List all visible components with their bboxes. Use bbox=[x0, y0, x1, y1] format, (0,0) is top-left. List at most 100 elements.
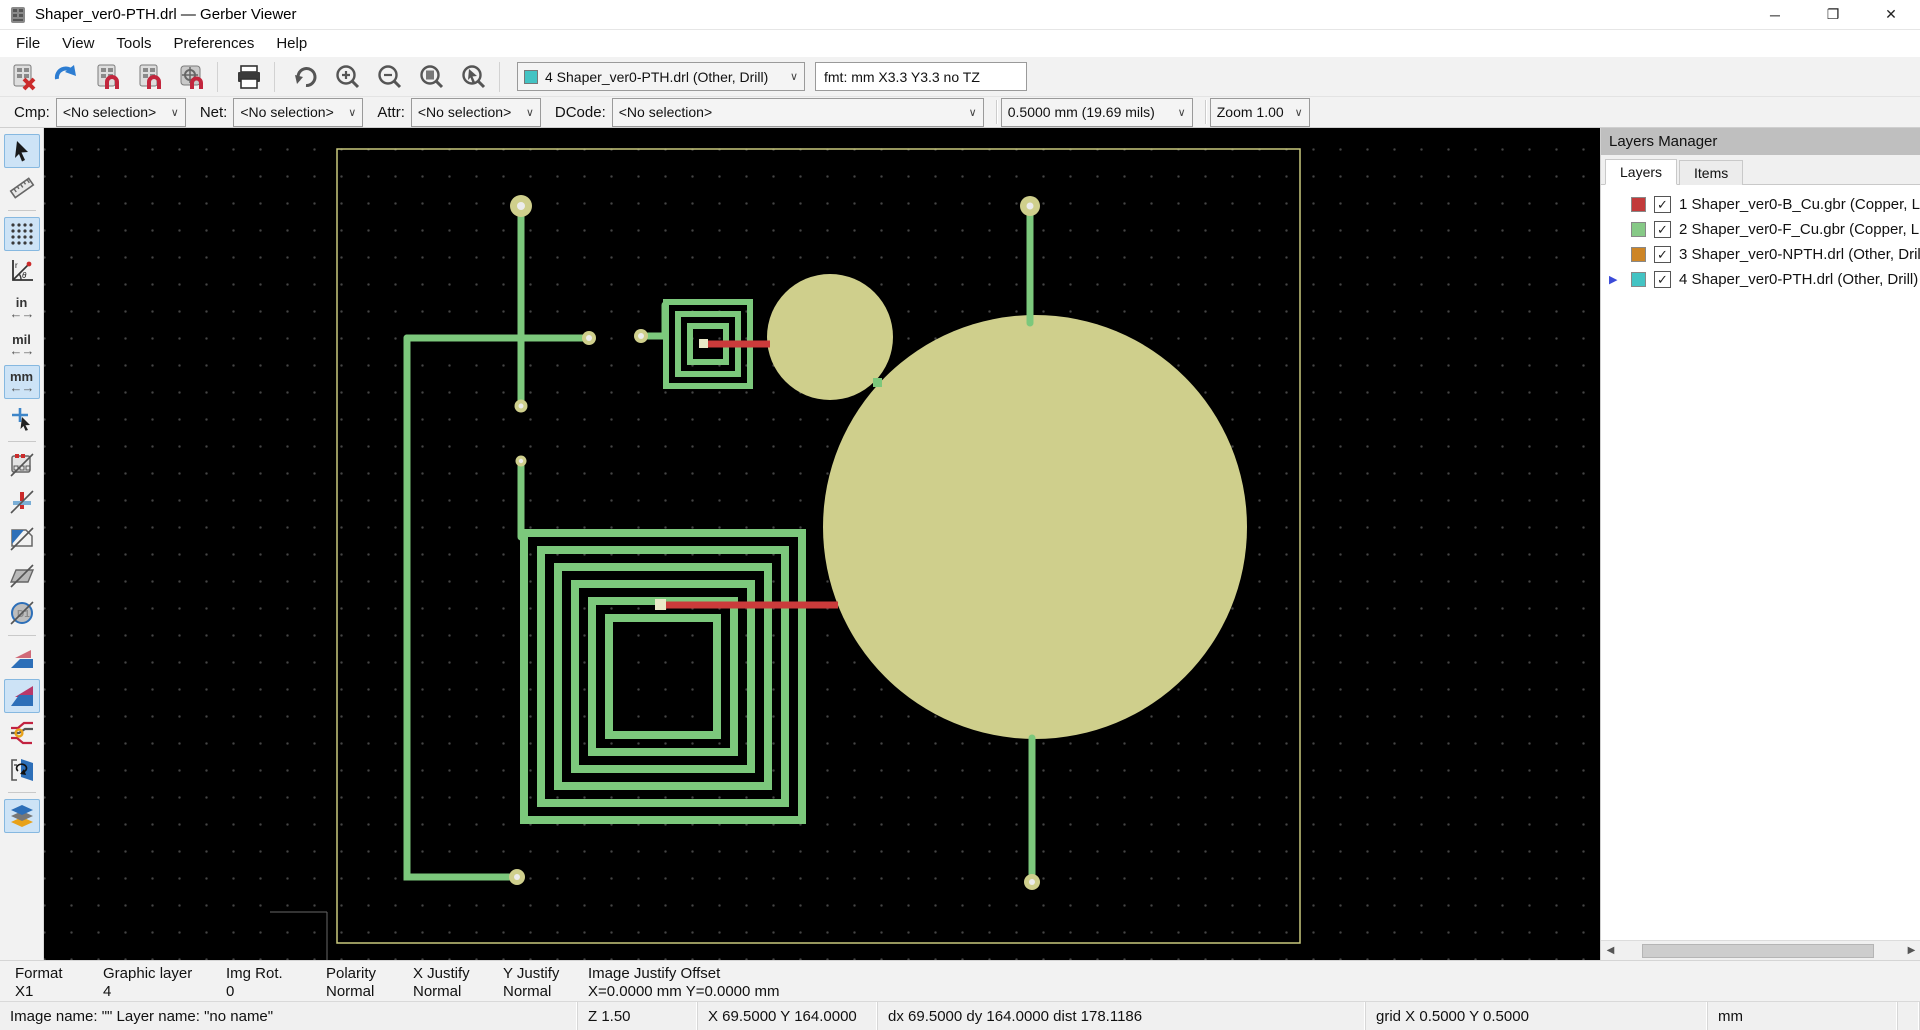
format-info-field[interactable]: fmt: mm X3.3 Y3.3 no TZ bbox=[815, 62, 1027, 91]
active-layer-value: 4 Shaper_ver0-PTH.drl (Other, Drill) bbox=[545, 69, 768, 85]
zoom-select[interactable]: Zoom 1.00 ∨ bbox=[1210, 98, 1310, 127]
status-units: mm bbox=[1708, 1002, 1898, 1030]
flash-circle-large bbox=[823, 315, 1247, 739]
layer-row[interactable]: ▶ ✓ 3 Shaper_ver0-NPTH.drl (Other, Drill… bbox=[1601, 242, 1920, 267]
layers-horizontal-scrollbar[interactable]: ◀ ▶ bbox=[1601, 940, 1920, 960]
status-label: X Justify bbox=[413, 965, 470, 983]
print-icon[interactable] bbox=[231, 61, 267, 93]
layer-label[interactable]: 4 Shaper_ver0-PTH.drl (Other, Drill) bbox=[1679, 271, 1918, 288]
status-label: Img Rot. bbox=[226, 965, 283, 983]
minimize-button[interactable]: ─ bbox=[1746, 0, 1804, 30]
flip-view-icon[interactable] bbox=[4, 753, 40, 787]
layer-label[interactable]: 3 Shaper_ver0-NPTH.drl (Other, Drill) bbox=[1679, 246, 1920, 263]
gerber-canvas[interactable] bbox=[44, 128, 1600, 960]
status-label: Polarity bbox=[326, 965, 376, 983]
tab-items[interactable]: Items bbox=[1679, 160, 1743, 185]
layer-label[interactable]: 1 Shaper_ver0-B_Cu.gbr (Copper, L2) bbox=[1679, 196, 1920, 213]
units-mils-icon[interactable]: mil←→ bbox=[4, 328, 40, 362]
large-spiral bbox=[524, 533, 802, 820]
reload-all-layers-icon[interactable] bbox=[48, 61, 84, 93]
layer-row[interactable]: ▶ ✓ 1 Shaper_ver0-B_Cu.gbr (Copper, L2) bbox=[1601, 192, 1920, 217]
chevron-down-icon: ∨ bbox=[1170, 106, 1186, 119]
trace-tick bbox=[873, 378, 882, 387]
pad-hole bbox=[586, 335, 592, 341]
layer-label[interactable]: 2 Shaper_ver0-F_Cu.gbr (Copper, L1) bbox=[1679, 221, 1920, 238]
zoom-in-icon[interactable] bbox=[330, 61, 366, 93]
grid-toggle-icon[interactable] bbox=[4, 217, 40, 251]
status-format: Format X1 bbox=[15, 965, 63, 1001]
scroll-left-icon[interactable]: ◀ bbox=[1601, 941, 1620, 961]
refresh-view-icon[interactable] bbox=[288, 61, 324, 93]
left-toolbar: rθ in←→ mil←→ mm←→ bbox=[0, 128, 44, 960]
tab-layers[interactable]: Layers bbox=[1605, 159, 1677, 185]
layer-row-selected[interactable]: ▶ ✓ 4 Shaper_ver0-PTH.drl (Other, Drill) bbox=[1601, 267, 1920, 292]
select-tool-icon[interactable] bbox=[4, 134, 40, 168]
window-title: Shaper_ver0-PTH.drl — Gerber Viewer bbox=[35, 6, 297, 23]
menu-help[interactable]: Help bbox=[265, 32, 318, 55]
active-layer-select[interactable]: 4 Shaper_ver0-PTH.drl (Other, Drill) ∨ bbox=[517, 62, 805, 91]
status-empty bbox=[1898, 1002, 1920, 1030]
toolbar-separator bbox=[8, 792, 36, 793]
scrollbar-thumb[interactable] bbox=[1642, 944, 1874, 958]
open-drill-file-icon[interactable] bbox=[174, 61, 210, 93]
open-gerber-file-icon[interactable] bbox=[90, 61, 126, 93]
layers-manager-toggle-icon[interactable] bbox=[4, 799, 40, 833]
layer-row[interactable]: ▶ ✓ 2 Shaper_ver0-F_Cu.gbr (Copper, L1) bbox=[1601, 217, 1920, 242]
origin-marker bbox=[270, 912, 327, 960]
grid-size-select[interactable]: 0.5000 mm (19.69 mils) ∨ bbox=[1001, 98, 1193, 127]
units-mm-icon[interactable]: mm←→ bbox=[4, 365, 40, 399]
layer-visibility-checkbox[interactable]: ✓ bbox=[1654, 246, 1671, 263]
show-dcodes-icon[interactable]: D1 bbox=[4, 596, 40, 630]
status-img-rot: Img Rot. 0 bbox=[226, 965, 283, 1001]
dcode-select[interactable]: <No selection> ∨ bbox=[612, 98, 984, 127]
sketch-polygons-icon[interactable] bbox=[4, 522, 40, 556]
layer-color-swatch[interactable] bbox=[1631, 222, 1646, 237]
layers-manager-panel: Layers Manager Layers Items ▶ ✓ 1 Shaper… bbox=[1600, 128, 1920, 960]
layer-visibility-checkbox[interactable]: ✓ bbox=[1654, 271, 1671, 288]
status-image-name: Image name: "" Layer name: "no name" bbox=[0, 1002, 578, 1030]
sketch-flashed-items-icon[interactable] bbox=[4, 485, 40, 519]
layers-diff-mode-icon[interactable] bbox=[4, 679, 40, 713]
chevron-down-icon: ∨ bbox=[518, 106, 534, 119]
layer-color-swatch[interactable] bbox=[1631, 247, 1646, 262]
highlight-net-icon[interactable] bbox=[4, 716, 40, 750]
polar-coords-icon[interactable]: rθ bbox=[4, 254, 40, 288]
menu-view[interactable]: View bbox=[51, 32, 105, 55]
toolbar-separator bbox=[217, 62, 218, 92]
red-trace-start-pad bbox=[699, 339, 708, 348]
zoom-out-icon[interactable] bbox=[372, 61, 408, 93]
menu-file[interactable]: File bbox=[5, 32, 51, 55]
menu-preferences[interactable]: Preferences bbox=[162, 32, 265, 55]
open-gerber-job-icon[interactable] bbox=[132, 61, 168, 93]
component-select[interactable]: <No selection> ∨ bbox=[56, 98, 186, 127]
status-grid: grid X 0.5000 Y 0.5000 bbox=[1366, 1002, 1708, 1030]
layers-normal-mode-icon[interactable] bbox=[4, 642, 40, 676]
layer-visibility-checkbox[interactable]: ✓ bbox=[1654, 196, 1671, 213]
status-label: Y Justify bbox=[503, 965, 559, 983]
sketch-lines-icon[interactable] bbox=[4, 559, 40, 593]
menu-tools[interactable]: Tools bbox=[105, 32, 162, 55]
zoom-fit-icon[interactable] bbox=[414, 61, 450, 93]
trace-spiral1-entry bbox=[645, 305, 665, 336]
sketch-pads-icon[interactable] bbox=[4, 448, 40, 482]
status-value: Normal bbox=[503, 983, 559, 1001]
scroll-right-icon[interactable]: ▶ bbox=[1902, 941, 1920, 961]
restore-button[interactable]: ❐ bbox=[1804, 0, 1862, 30]
attribute-select[interactable]: <No selection> ∨ bbox=[411, 98, 541, 127]
layer-visibility-checkbox[interactable]: ✓ bbox=[1654, 221, 1671, 238]
status-value: X=0.0000 mm Y=0.0000 mm bbox=[588, 983, 780, 1001]
selected-layer-arrow-icon: ▶ bbox=[1609, 273, 1617, 286]
net-select[interactable]: <No selection> ∨ bbox=[233, 98, 363, 127]
fullscreen-crosshair-icon[interactable] bbox=[4, 402, 40, 436]
status-label: Graphic layer bbox=[103, 965, 192, 983]
clear-all-layers-icon[interactable] bbox=[6, 61, 42, 93]
close-button[interactable]: ✕ bbox=[1862, 0, 1920, 30]
component-value: <No selection> bbox=[63, 104, 156, 120]
layer-color-swatch[interactable] bbox=[1631, 272, 1646, 287]
units-inches-icon[interactable]: in←→ bbox=[4, 291, 40, 325]
measure-tool-icon[interactable] bbox=[4, 171, 40, 205]
zoom-to-selection-icon[interactable] bbox=[456, 61, 492, 93]
layer-color-swatch[interactable] bbox=[1631, 197, 1646, 212]
dcode-label: DCode: bbox=[555, 104, 606, 121]
active-layer-swatch bbox=[524, 70, 538, 84]
